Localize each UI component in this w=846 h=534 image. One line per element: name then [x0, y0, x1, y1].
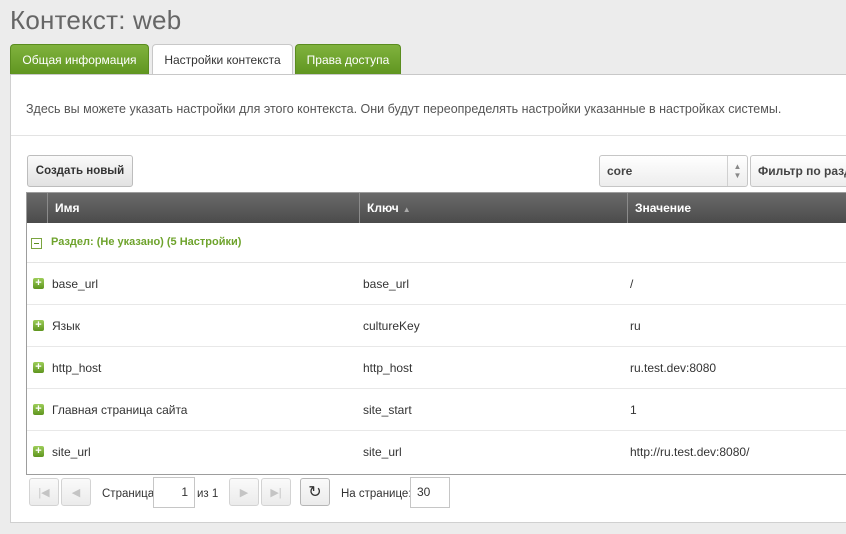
area-filter-combo[interactable]: Фильтр по разделу... [750, 155, 846, 187]
table-row[interactable]: + Язык cultureKey ru [27, 305, 846, 347]
tab-access-rights[interactable]: Права доступа [295, 44, 401, 75]
row-key: base_url [363, 277, 410, 291]
expander-column-header [27, 193, 47, 223]
table-row[interactable]: + site_url site_url http://ru.test.dev:8… [27, 431, 846, 473]
tab-label: Общая информация [22, 53, 137, 67]
area-filter-label: Фильтр по разделу... [758, 164, 846, 178]
collapse-group-icon[interactable] [31, 238, 42, 249]
row-key: site_url [363, 445, 402, 459]
row-name: http_host [52, 361, 102, 375]
first-page-button[interactable]: |◀ [29, 478, 59, 506]
table-row[interactable]: + base_url base_url / [27, 263, 846, 305]
page-label: Страница [102, 488, 155, 500]
row-value[interactable]: ru [630, 319, 641, 333]
namespace-value: core [607, 164, 633, 178]
group-label: Раздел: (Не указано) (5 Настройки) [51, 236, 242, 248]
expand-row-icon[interactable]: + [33, 362, 44, 373]
row-value[interactable]: http://ru.test.dev:8080/ [630, 445, 749, 459]
prev-page-button[interactable]: ◀ [61, 478, 91, 506]
row-key: http_host [363, 361, 413, 375]
combo-arrows-icon: ▲ ▼ [727, 156, 747, 186]
expand-row-icon[interactable]: + [33, 320, 44, 331]
grid-header: Имя Ключ ▲ Значение [27, 193, 846, 223]
prev-page-icon: ◀ [71, 486, 81, 499]
pagination-bar: |◀ ◀ Страница 1 из 1 ▶ ▶| ↻ На странице:… [26, 476, 846, 512]
tab-general-info[interactable]: Общая информация [10, 44, 149, 75]
next-page-icon: ▶ [239, 486, 249, 499]
tab-context-settings[interactable]: Настройки контекста [152, 44, 293, 76]
sort-asc-icon: ▲ [402, 205, 411, 214]
expand-row-icon[interactable]: + [33, 404, 44, 415]
create-new-button[interactable]: Создать новый [27, 155, 133, 187]
panel-description: Здесь вы можете указать настройки для эт… [26, 102, 782, 116]
row-name: base_url [52, 277, 99, 291]
refresh-button[interactable]: ↻ [300, 478, 330, 506]
create-new-label: Создать новый [35, 165, 125, 177]
row-key: cultureKey [363, 319, 420, 333]
first-page-icon: |◀ [38, 486, 50, 499]
column-header-key[interactable]: Ключ ▲ [359, 193, 627, 223]
page-count-label: из 1 [197, 488, 219, 500]
page-number-input[interactable]: 1 [153, 477, 195, 508]
table-row[interactable]: + Главная страница сайта site_start 1 [27, 389, 846, 431]
tab-label: Права доступа [306, 53, 390, 67]
group-header-row[interactable]: Раздел: (Не указано) (5 Настройки) [27, 223, 846, 263]
last-page-icon: ▶| [270, 486, 282, 499]
next-page-button[interactable]: ▶ [229, 478, 259, 506]
last-page-button[interactable]: ▶| [261, 478, 291, 506]
expand-row-icon[interactable]: + [33, 446, 44, 457]
refresh-icon: ↻ [308, 484, 322, 501]
row-value[interactable]: / [630, 277, 633, 291]
column-header-value[interactable]: Значение [627, 193, 846, 223]
per-page-input[interactable]: 30 [410, 477, 450, 508]
row-name: site_url [52, 445, 91, 459]
per-page-label: На странице: [341, 488, 412, 500]
column-header-name[interactable]: Имя [47, 193, 359, 223]
expand-row-icon[interactable]: + [33, 278, 44, 289]
row-key: site_start [363, 403, 412, 417]
row-value[interactable]: ru.test.dev:8080 [630, 361, 716, 375]
settings-grid: Имя Ключ ▲ Значение Раздел: (Не указано) … [26, 192, 846, 475]
table-row[interactable]: + http_host http_host ru.test.dev:8080 [27, 347, 846, 389]
namespace-combo[interactable]: core ▲ ▼ [599, 155, 748, 187]
tab-label: Настройки контекста [164, 53, 281, 67]
description-divider [11, 135, 846, 136]
page-title: Контекст: web [10, 5, 182, 35]
row-value[interactable]: 1 [630, 403, 637, 417]
row-name: Язык [52, 319, 81, 333]
row-name: Главная страница сайта [52, 403, 188, 417]
